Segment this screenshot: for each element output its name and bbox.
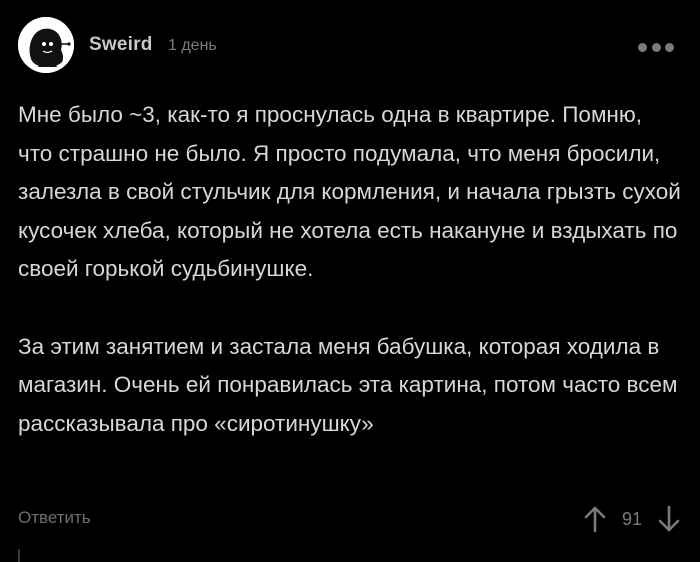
more-dots-icon bbox=[665, 42, 674, 52]
thread-line bbox=[18, 549, 20, 562]
score: 91 bbox=[621, 508, 642, 529]
reply-button[interactable]: Ответить bbox=[18, 508, 91, 528]
comment-paragraph: Мне было ~3, как-то я проснулась одна в … bbox=[18, 102, 681, 282]
vote-controls: 91 bbox=[582, 505, 682, 533]
avatar-illustration bbox=[18, 17, 74, 73]
comment-paragraph: За этим занятием и застала меня бабушка,… bbox=[18, 333, 678, 436]
arrow-down-icon[interactable] bbox=[656, 505, 682, 533]
more-dots-icon bbox=[651, 42, 661, 52]
arrow-up-icon[interactable] bbox=[582, 505, 608, 533]
more-options-button[interactable] bbox=[638, 42, 674, 52]
more-dots-icon bbox=[638, 42, 647, 52]
timestamp: 1 день bbox=[168, 37, 217, 54]
comment-footer: Ответить 91 bbox=[18, 505, 682, 533]
username[interactable]: Sweird bbox=[89, 34, 153, 56]
comment: Sweird 1 день Мне было ~3, как-то я прос… bbox=[0, 0, 700, 562]
comment-header: Sweird 1 день bbox=[18, 17, 682, 75]
avatar[interactable] bbox=[18, 17, 74, 73]
comment-body: Мне было ~3, как-то я проснулась одна в … bbox=[18, 96, 682, 443]
